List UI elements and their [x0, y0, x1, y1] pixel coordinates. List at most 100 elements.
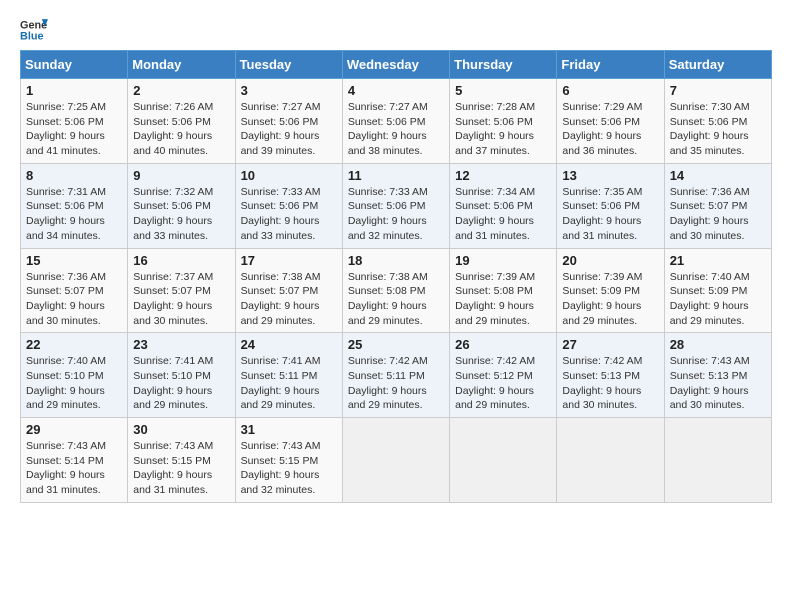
calendar-cell: 19 Sunrise: 7:39 AM Sunset: 5:08 PM Dayl…	[450, 248, 557, 333]
day-info: Sunrise: 7:33 AM Sunset: 5:06 PM Dayligh…	[241, 185, 337, 244]
day-number: 2	[133, 83, 229, 98]
calendar-week-row: 1 Sunrise: 7:25 AM Sunset: 5:06 PM Dayli…	[21, 79, 772, 164]
calendar-cell: 4 Sunrise: 7:27 AM Sunset: 5:06 PM Dayli…	[342, 79, 449, 164]
day-info: Sunrise: 7:41 AM Sunset: 5:11 PM Dayligh…	[241, 354, 337, 413]
day-number: 15	[26, 253, 122, 268]
day-info: Sunrise: 7:27 AM Sunset: 5:06 PM Dayligh…	[348, 100, 444, 159]
day-number: 20	[562, 253, 658, 268]
weekday-header: Thursday	[450, 51, 557, 79]
calendar-cell	[557, 418, 664, 503]
day-info: Sunrise: 7:33 AM Sunset: 5:06 PM Dayligh…	[348, 185, 444, 244]
calendar-cell: 30 Sunrise: 7:43 AM Sunset: 5:15 PM Dayl…	[128, 418, 235, 503]
day-info: Sunrise: 7:43 AM Sunset: 5:15 PM Dayligh…	[133, 439, 229, 498]
calendar-cell	[450, 418, 557, 503]
calendar-week-row: 15 Sunrise: 7:36 AM Sunset: 5:07 PM Dayl…	[21, 248, 772, 333]
page-container: General Blue SundayMondayTuesdayWednesda…	[0, 0, 792, 513]
calendar-week-row: 22 Sunrise: 7:40 AM Sunset: 5:10 PM Dayl…	[21, 333, 772, 418]
day-info: Sunrise: 7:38 AM Sunset: 5:07 PM Dayligh…	[241, 270, 337, 329]
day-number: 4	[348, 83, 444, 98]
calendar-week-row: 8 Sunrise: 7:31 AM Sunset: 5:06 PM Dayli…	[21, 163, 772, 248]
calendar-cell: 12 Sunrise: 7:34 AM Sunset: 5:06 PM Dayl…	[450, 163, 557, 248]
weekday-header: Tuesday	[235, 51, 342, 79]
day-info: Sunrise: 7:26 AM Sunset: 5:06 PM Dayligh…	[133, 100, 229, 159]
calendar-cell	[664, 418, 771, 503]
day-number: 28	[670, 337, 766, 352]
header: General Blue	[20, 16, 772, 44]
day-number: 13	[562, 168, 658, 183]
day-info: Sunrise: 7:36 AM Sunset: 5:07 PM Dayligh…	[26, 270, 122, 329]
day-number: 26	[455, 337, 551, 352]
calendar-cell: 3 Sunrise: 7:27 AM Sunset: 5:06 PM Dayli…	[235, 79, 342, 164]
calendar-cell: 21 Sunrise: 7:40 AM Sunset: 5:09 PM Dayl…	[664, 248, 771, 333]
day-number: 8	[26, 168, 122, 183]
calendar-cell	[342, 418, 449, 503]
day-info: Sunrise: 7:37 AM Sunset: 5:07 PM Dayligh…	[133, 270, 229, 329]
day-number: 31	[241, 422, 337, 437]
calendar-cell: 8 Sunrise: 7:31 AM Sunset: 5:06 PM Dayli…	[21, 163, 128, 248]
day-info: Sunrise: 7:36 AM Sunset: 5:07 PM Dayligh…	[670, 185, 766, 244]
calendar-cell: 6 Sunrise: 7:29 AM Sunset: 5:06 PM Dayli…	[557, 79, 664, 164]
day-number: 25	[348, 337, 444, 352]
day-number: 17	[241, 253, 337, 268]
day-number: 22	[26, 337, 122, 352]
calendar-cell: 18 Sunrise: 7:38 AM Sunset: 5:08 PM Dayl…	[342, 248, 449, 333]
weekday-header: Friday	[557, 51, 664, 79]
weekday-row: SundayMondayTuesdayWednesdayThursdayFrid…	[21, 51, 772, 79]
day-number: 16	[133, 253, 229, 268]
day-number: 19	[455, 253, 551, 268]
day-number: 27	[562, 337, 658, 352]
logo: General Blue	[20, 16, 52, 44]
calendar-cell: 16 Sunrise: 7:37 AM Sunset: 5:07 PM Dayl…	[128, 248, 235, 333]
day-info: Sunrise: 7:31 AM Sunset: 5:06 PM Dayligh…	[26, 185, 122, 244]
day-info: Sunrise: 7:35 AM Sunset: 5:06 PM Dayligh…	[562, 185, 658, 244]
day-info: Sunrise: 7:43 AM Sunset: 5:14 PM Dayligh…	[26, 439, 122, 498]
day-number: 14	[670, 168, 766, 183]
day-info: Sunrise: 7:42 AM Sunset: 5:13 PM Dayligh…	[562, 354, 658, 413]
day-number: 3	[241, 83, 337, 98]
day-info: Sunrise: 7:42 AM Sunset: 5:11 PM Dayligh…	[348, 354, 444, 413]
calendar-cell: 13 Sunrise: 7:35 AM Sunset: 5:06 PM Dayl…	[557, 163, 664, 248]
calendar-cell: 2 Sunrise: 7:26 AM Sunset: 5:06 PM Dayli…	[128, 79, 235, 164]
calendar-cell: 26 Sunrise: 7:42 AM Sunset: 5:12 PM Dayl…	[450, 333, 557, 418]
day-info: Sunrise: 7:30 AM Sunset: 5:06 PM Dayligh…	[670, 100, 766, 159]
calendar-cell: 31 Sunrise: 7:43 AM Sunset: 5:15 PM Dayl…	[235, 418, 342, 503]
day-number: 29	[26, 422, 122, 437]
day-number: 11	[348, 168, 444, 183]
day-number: 10	[241, 168, 337, 183]
day-info: Sunrise: 7:42 AM Sunset: 5:12 PM Dayligh…	[455, 354, 551, 413]
weekday-header: Wednesday	[342, 51, 449, 79]
day-info: Sunrise: 7:39 AM Sunset: 5:09 PM Dayligh…	[562, 270, 658, 329]
day-info: Sunrise: 7:29 AM Sunset: 5:06 PM Dayligh…	[562, 100, 658, 159]
day-number: 6	[562, 83, 658, 98]
calendar-table: SundayMondayTuesdayWednesdayThursdayFrid…	[20, 50, 772, 503]
day-number: 9	[133, 168, 229, 183]
calendar-cell: 22 Sunrise: 7:40 AM Sunset: 5:10 PM Dayl…	[21, 333, 128, 418]
day-info: Sunrise: 7:38 AM Sunset: 5:08 PM Dayligh…	[348, 270, 444, 329]
day-number: 7	[670, 83, 766, 98]
day-info: Sunrise: 7:25 AM Sunset: 5:06 PM Dayligh…	[26, 100, 122, 159]
day-number: 23	[133, 337, 229, 352]
day-info: Sunrise: 7:32 AM Sunset: 5:06 PM Dayligh…	[133, 185, 229, 244]
calendar-week-row: 29 Sunrise: 7:43 AM Sunset: 5:14 PM Dayl…	[21, 418, 772, 503]
calendar-cell: 25 Sunrise: 7:42 AM Sunset: 5:11 PM Dayl…	[342, 333, 449, 418]
weekday-header: Sunday	[21, 51, 128, 79]
weekday-header: Saturday	[664, 51, 771, 79]
day-info: Sunrise: 7:43 AM Sunset: 5:13 PM Dayligh…	[670, 354, 766, 413]
logo-icon: General Blue	[20, 16, 48, 44]
calendar-cell: 15 Sunrise: 7:36 AM Sunset: 5:07 PM Dayl…	[21, 248, 128, 333]
day-number: 1	[26, 83, 122, 98]
calendar-cell: 9 Sunrise: 7:32 AM Sunset: 5:06 PM Dayli…	[128, 163, 235, 248]
day-number: 24	[241, 337, 337, 352]
calendar-cell: 29 Sunrise: 7:43 AM Sunset: 5:14 PM Dayl…	[21, 418, 128, 503]
day-number: 5	[455, 83, 551, 98]
svg-text:Blue: Blue	[20, 30, 44, 42]
day-info: Sunrise: 7:40 AM Sunset: 5:09 PM Dayligh…	[670, 270, 766, 329]
day-info: Sunrise: 7:39 AM Sunset: 5:08 PM Dayligh…	[455, 270, 551, 329]
weekday-header: Monday	[128, 51, 235, 79]
day-number: 30	[133, 422, 229, 437]
day-number: 21	[670, 253, 766, 268]
day-info: Sunrise: 7:34 AM Sunset: 5:06 PM Dayligh…	[455, 185, 551, 244]
day-info: Sunrise: 7:43 AM Sunset: 5:15 PM Dayligh…	[241, 439, 337, 498]
calendar-header: SundayMondayTuesdayWednesdayThursdayFrid…	[21, 51, 772, 79]
calendar-cell: 5 Sunrise: 7:28 AM Sunset: 5:06 PM Dayli…	[450, 79, 557, 164]
